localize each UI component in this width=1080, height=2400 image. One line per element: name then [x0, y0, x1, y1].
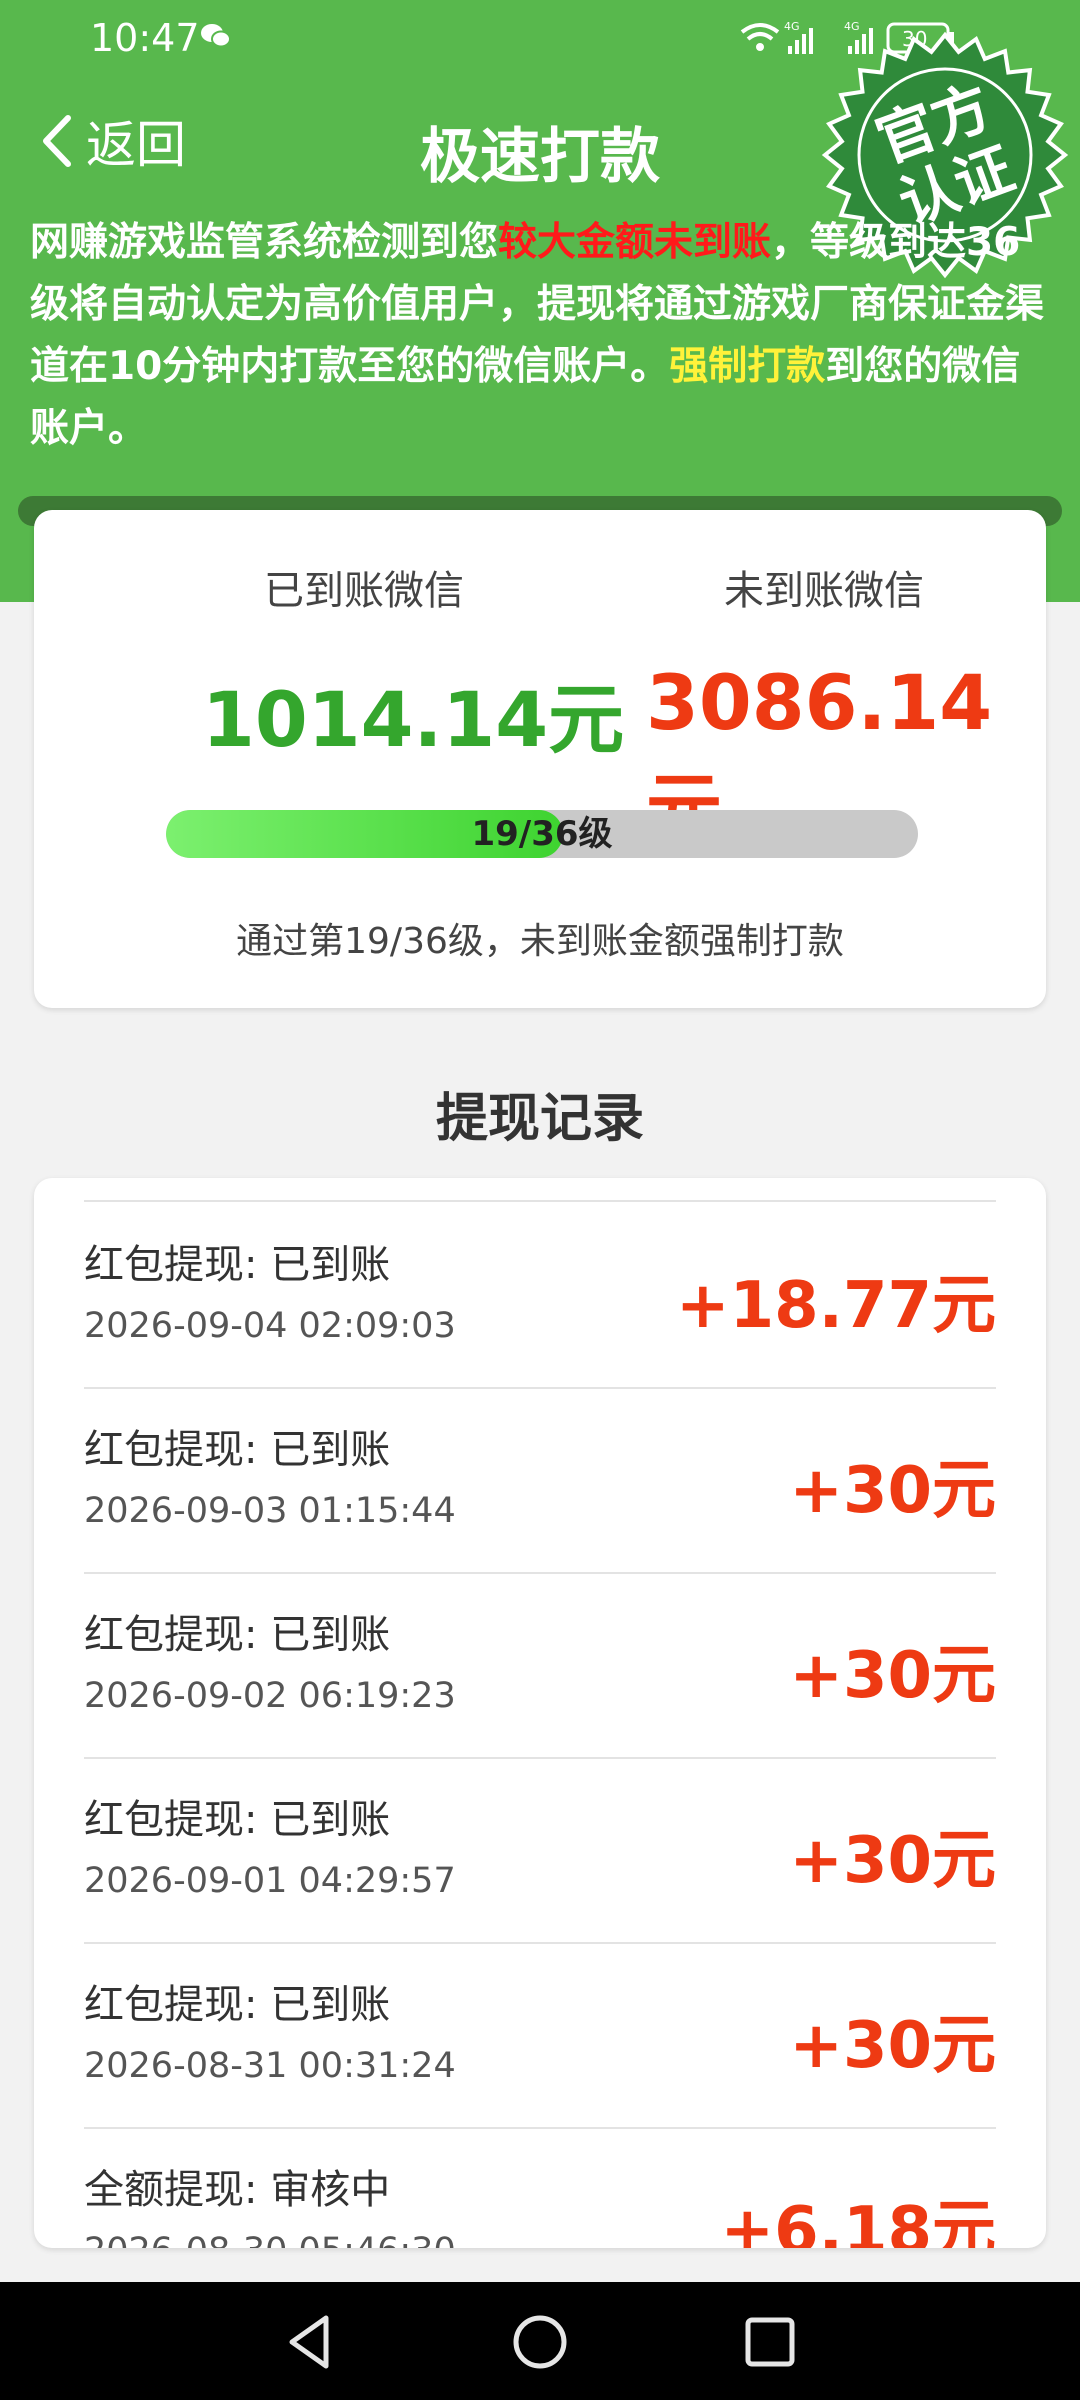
status-time: 10:47	[90, 16, 200, 60]
received-label: 已到账微信	[264, 568, 464, 614]
progress-hint: 通过第19/36级，未到账金额强制打款	[236, 921, 844, 962]
level-progress-text: 19/36级	[471, 814, 613, 854]
square-recents-icon[interactable]	[738, 2310, 802, 2374]
record-time: 2026-08-30 05:46:30	[84, 2231, 456, 2248]
record-time: 2026-09-02 06:19:23	[84, 1676, 456, 1716]
records-title: 提现记录	[435, 1089, 644, 1149]
record-title: 红包提现: 已到账	[84, 1427, 391, 1473]
record-title: 红包提现: 已到账	[84, 1612, 391, 1658]
pending-label: 未到账微信	[724, 568, 924, 614]
notice-highlight-yellow: 强制打款	[669, 344, 826, 389]
record-row[interactable]: 红包提现: 已到账 2026-09-01 04:29:57 +30元	[84, 1757, 996, 1944]
level-progress-bar: 19/36级	[166, 810, 918, 858]
record-time: 2026-08-31 00:31:24	[84, 2046, 456, 2086]
warning-notice: 网赚游戏监管系统检测到您较大金额未到账，等级到达36级将自动认定为高价值用户，提…	[30, 212, 1050, 460]
notice-part1: 网赚游戏监管系统检测到您	[30, 220, 499, 265]
received-amount: 1014.14元	[202, 675, 625, 764]
record-amount: +6.18元	[720, 2194, 996, 2248]
circle-home-icon[interactable]	[508, 2310, 572, 2374]
record-amount: +30元	[789, 1824, 996, 1898]
record-time: 2026-09-04 02:09:03	[84, 1306, 456, 1346]
record-title: 红包提现: 已到账	[84, 1797, 391, 1843]
record-title: 红包提现: 已到账	[84, 1982, 391, 2028]
record-row[interactable]: 全额提现: 审核中 2026-08-30 05:46:30 +6.18元	[84, 2127, 996, 2248]
system-nav-bar	[0, 2282, 1080, 2400]
record-row[interactable]: 红包提现: 已到账 2026-09-04 02:09:03 +18.77元	[84, 1202, 996, 1389]
svg-text:4G: 4G	[784, 20, 800, 33]
record-title: 红包提现: 已到账	[84, 1242, 391, 1288]
wifi-icon	[740, 23, 780, 51]
record-time: 2026-09-01 04:29:57	[84, 1861, 456, 1901]
triangle-back-icon[interactable]	[278, 2310, 342, 2374]
record-title: 全额提现: 审核中	[84, 2167, 391, 2213]
notice-highlight-red: 较大金额未到账	[498, 220, 772, 265]
records-list: 红包提现: 已到账 2026-09-04 02:09:03 +18.77元 红包…	[34, 1178, 1046, 2248]
record-time: 2026-09-03 01:15:44	[84, 1491, 456, 1531]
record-row[interactable]: 红包提现: 已到账 2026-09-03 01:15:44 +30元	[84, 1387, 996, 1574]
summary-card: 已到账微信 未到账微信 1014.14元 3086.14元 19/36级 通过第…	[34, 510, 1046, 1008]
record-amount: +30元	[789, 1454, 996, 1528]
record-amount: +30元	[789, 2009, 996, 2083]
record-row[interactable]: 红包提现: 已到账 2026-08-31 00:31:24 +30元	[84, 1942, 996, 2129]
record-amount: +18.77元	[675, 1269, 996, 1343]
record-row[interactable]: 红包提现: 已到账 2026-09-02 06:19:23 +30元	[84, 1572, 996, 1759]
wechat-icon	[201, 24, 231, 48]
record-amount: +30元	[789, 1639, 996, 1713]
